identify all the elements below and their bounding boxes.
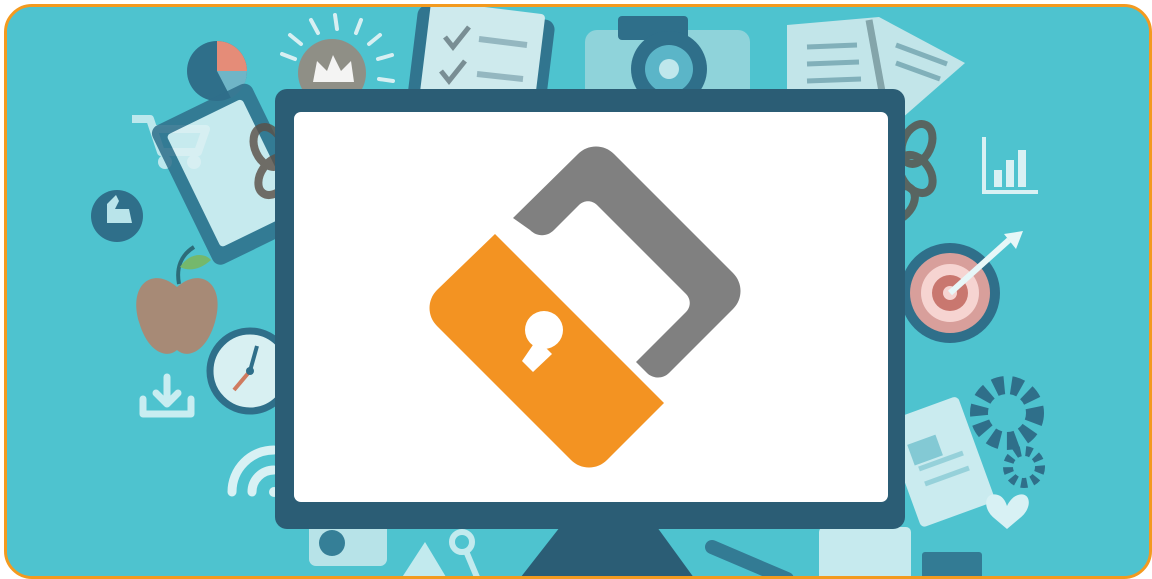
illustration — [7, 7, 1149, 576]
keyhole-top — [525, 311, 563, 349]
thumbs-up-icon — [91, 190, 143, 242]
image-frame — [4, 4, 1152, 579]
